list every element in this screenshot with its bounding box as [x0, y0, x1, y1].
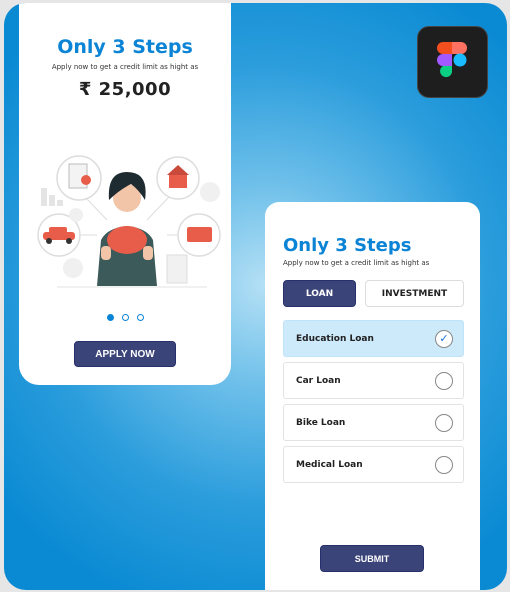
option-bike-loan[interactable]: Bike Loan — [283, 404, 464, 441]
background-panel: Only 3 Steps Apply now to get a credit l… — [4, 3, 507, 590]
figma-icon — [417, 26, 488, 98]
option-label: Medical Loan — [296, 459, 363, 470]
tab-loan[interactable]: LOAN — [283, 280, 356, 307]
carousel-dot-2[interactable] — [121, 314, 129, 321]
radio-icon[interactable] — [435, 413, 453, 432]
loan-subtitle: Apply now to get a credit limit as hight… — [283, 259, 430, 267]
apply-now-button[interactable]: APPLY NOW — [74, 341, 176, 367]
radio-icon[interactable] — [435, 371, 453, 390]
promo-title: Only 3 Steps — [57, 36, 193, 58]
carousel-indicator[interactable] — [19, 314, 231, 321]
option-label: Bike Loan — [296, 417, 346, 428]
carousel-dot-3[interactable] — [136, 314, 144, 321]
credit-amount: ₹ 25,000 — [78, 79, 172, 100]
submit-button[interactable]: SUBMIT — [320, 545, 424, 572]
option-education-loan[interactable]: Education Loan ✓ — [283, 320, 464, 357]
option-car-loan[interactable]: Car Loan — [283, 362, 464, 399]
option-label: Car Loan — [296, 375, 341, 386]
option-medical-loan[interactable]: Medical Loan — [283, 446, 464, 483]
check-icon[interactable]: ✓ — [435, 329, 453, 348]
loan-title: Only 3 Steps — [283, 235, 412, 256]
carousel-dot-1[interactable] — [106, 314, 114, 321]
promo-card: Only 3 Steps Apply now to get a credit l… — [19, 3, 231, 385]
promo-subtitle: Apply now to get a credit limit as hight… — [51, 63, 199, 71]
tab-investment[interactable]: INVESTMENT — [365, 280, 464, 307]
option-label: Education Loan — [296, 333, 374, 344]
radio-icon[interactable] — [435, 455, 453, 474]
loan-card: Only 3 Steps Apply now to get a credit l… — [265, 202, 480, 590]
savings-illustration — [37, 155, 221, 288]
